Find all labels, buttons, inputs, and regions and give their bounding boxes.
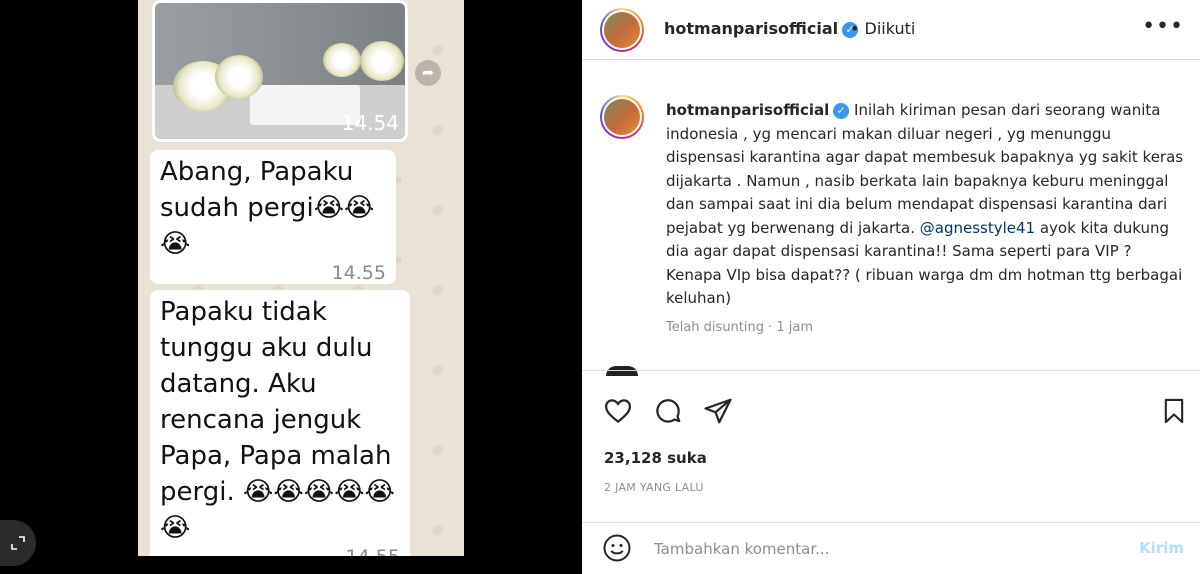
caption-username[interactable]: hotmanparisofficial bbox=[666, 101, 829, 119]
comment-input[interactable] bbox=[654, 537, 1114, 561]
share-icon[interactable] bbox=[702, 395, 734, 427]
instagram-post-modal: 14.54 ➦ Abang, Papaku sudah pergi😭😭😭 14.… bbox=[0, 0, 1200, 574]
post-header: hotmanparisofficial ✓ • Diikuti ••• bbox=[582, 0, 1200, 60]
avatar[interactable] bbox=[600, 95, 644, 139]
caption-text: Inilah kiriman pesan dari seorang wanita… bbox=[666, 101, 1184, 237]
emoji-icon[interactable] bbox=[602, 533, 634, 565]
mention-link[interactable]: @agnesstyle41 bbox=[920, 219, 1035, 237]
flower-arrangement bbox=[323, 43, 361, 77]
photo-message-bubble: 14.54 bbox=[152, 0, 408, 142]
chat-message-text: Abang, Papaku sudah pergi😭😭😭 bbox=[160, 157, 375, 259]
header-username[interactable]: hotmanparisofficial ✓ bbox=[664, 19, 859, 38]
post-caption: hotmanparisofficial ✓ Inilah kiriman pesa… bbox=[666, 99, 1186, 311]
funeral-photo: 14.54 bbox=[155, 3, 405, 139]
post-media-area: 14.54 ➦ Abang, Papaku sudah pergi😭😭😭 14.… bbox=[0, 0, 582, 574]
chat-screenshot-image: 14.54 ➦ Abang, Papaku sudah pergi😭😭😭 14.… bbox=[138, 0, 464, 556]
forward-icon: ➦ bbox=[415, 60, 441, 86]
heart-icon[interactable] bbox=[602, 395, 634, 427]
like-count[interactable]: 23,128 suka bbox=[604, 449, 707, 467]
add-comment-bar: Kirim bbox=[582, 522, 1200, 574]
avatar[interactable] bbox=[600, 8, 644, 52]
chat-message-bubble: Papaku tidak tunggu aku dulu datang. Aku… bbox=[150, 290, 410, 556]
flower-arrangement bbox=[215, 55, 263, 99]
chat-message-text: Papaku tidak tunggu aku dulu datang. Aku… bbox=[160, 297, 395, 543]
chat-message-bubble: Abang, Papaku sudah pergi😭😭😭 14.55 bbox=[150, 150, 396, 284]
comment-icon[interactable] bbox=[652, 395, 684, 427]
chat-message-time: 14.55 bbox=[160, 546, 400, 556]
send-button[interactable]: Kirim bbox=[1139, 539, 1184, 557]
expand-icon[interactable] bbox=[0, 520, 36, 566]
flower-arrangement bbox=[360, 41, 404, 81]
verified-badge-icon: ✓ bbox=[833, 103, 850, 119]
more-horizontal-icon[interactable]: ••• bbox=[1142, 14, 1184, 39]
edited-meta: Telah disunting · 1 jam bbox=[666, 320, 814, 335]
follow-status[interactable]: • Diikuti bbox=[850, 19, 915, 38]
post-details-panel: hotmanparisofficial ✓ • Diikuti ••• hotma… bbox=[582, 0, 1200, 574]
post-time[interactable]: 2 JAM YANG LALU bbox=[604, 481, 704, 494]
photo-timestamp: 14.54 bbox=[341, 111, 399, 135]
post-actions: 23,128 suka 2 JAM YANG LALU bbox=[582, 370, 1200, 530]
bookmark-icon[interactable] bbox=[1158, 395, 1190, 427]
chat-message-time: 14.55 bbox=[331, 262, 386, 284]
